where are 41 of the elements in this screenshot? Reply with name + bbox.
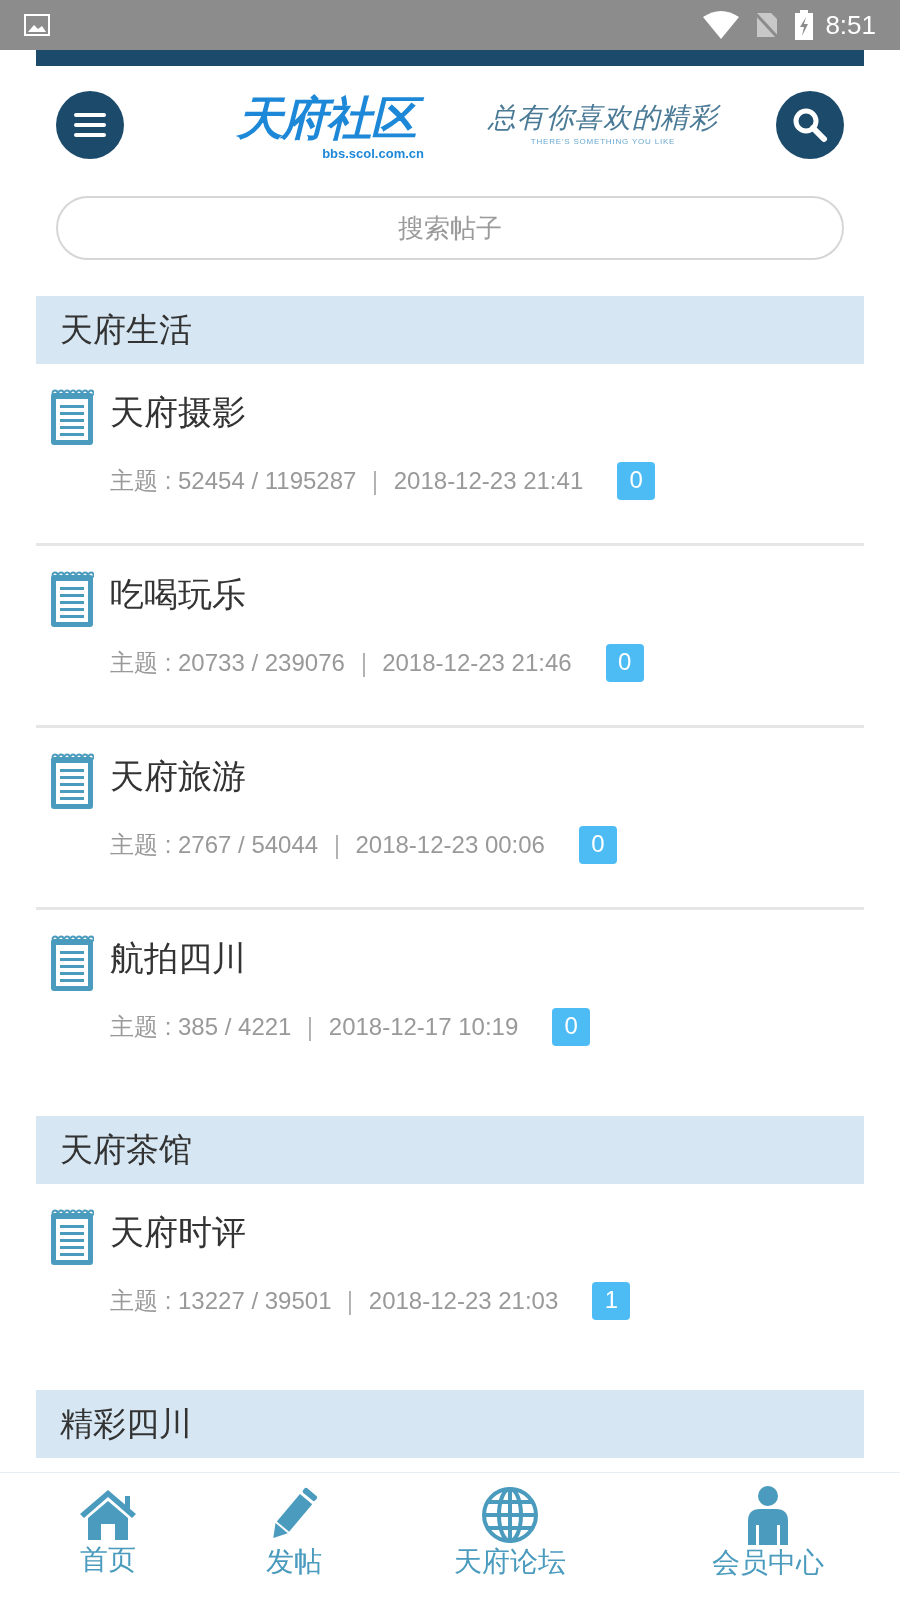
- notepad-icon: [50, 934, 94, 992]
- globe-icon: [480, 1485, 540, 1544]
- notepad-icon: [50, 388, 94, 446]
- logo-title: 天府社区: [236, 90, 424, 145]
- forum-stats: 主题 : 2767 / 54044 ｜ 2018-12-23 00:06: [110, 830, 545, 861]
- new-posts-count: 0: [552, 1008, 591, 1046]
- new-posts-count: 1: [592, 1282, 631, 1320]
- forum-name: 吃喝玩乐: [110, 574, 247, 614]
- menu-icon: [74, 113, 106, 137]
- forum-name: 天府时评: [110, 1212, 247, 1252]
- forum-stats: 主题 : 52454 / 1195287 ｜ 2018-12-23 21:41: [110, 466, 584, 497]
- forum-stats: 主题 : 20733 / 239076 ｜ 2018-12-23 21:46: [110, 648, 572, 679]
- section-title: 精彩四川: [60, 1404, 192, 1445]
- notepad-icon: [50, 752, 94, 810]
- new-posts-count: 0: [605, 644, 644, 682]
- slogan-english: THERE'S SOMETHING YOU LIKE: [530, 138, 676, 146]
- forum-name: 天府摄影: [110, 392, 247, 432]
- forum-name: 航拍四川: [110, 938, 247, 978]
- search-icon: [792, 107, 828, 143]
- forum-item[interactable]: 天府旅游 主题 : 2767 / 54044 ｜ 2018-12-23 00:06 0: [36, 728, 864, 910]
- section-title: 天府生活: [60, 310, 192, 351]
- forum-stats: 主题 : 13227 / 39501 ｜ 2018-12-23 21:03: [110, 1286, 559, 1317]
- search-field[interactable]: 搜索帖子: [56, 196, 844, 260]
- forum-item[interactable]: 航拍四川 主题 : 385 / 4221 ｜ 2018-12-17 10:19 0: [36, 910, 864, 1092]
- notepad-icon: [50, 1208, 94, 1266]
- new-posts-count: 0: [578, 826, 617, 864]
- new-posts-count: 0: [617, 462, 656, 500]
- no-sim-icon: [755, 11, 780, 39]
- image-icon: [24, 14, 50, 36]
- forum-stats: 主题 : 385 / 4221 ｜ 2018-12-17 10:19: [110, 1012, 519, 1043]
- wifi-icon: [703, 11, 740, 39]
- clock-time: 8:51: [825, 8, 876, 42]
- battery-charging-icon: [795, 10, 814, 40]
- forum-item[interactable]: 天府时评 主题 : 13227 / 39501 ｜ 2018-12-23 21:03 1: [36, 1184, 864, 1366]
- forum-name: 天府旅游: [110, 756, 247, 796]
- forum-item[interactable]: 天府摄影 主题 : 52454 / 1195287 ｜ 2018-12-23 21:41 0: [36, 364, 864, 546]
- section-title: 天府茶馆: [60, 1130, 192, 1171]
- notepad-icon: [50, 570, 94, 628]
- forum-item[interactable]: 吃喝玩乐 主题 : 20733 / 239076 ｜ 2018-12-23 21:46 0: [36, 546, 864, 728]
- house-icon: [78, 1487, 138, 1542]
- logo-url: bbs.scol.com.cn: [322, 146, 424, 160]
